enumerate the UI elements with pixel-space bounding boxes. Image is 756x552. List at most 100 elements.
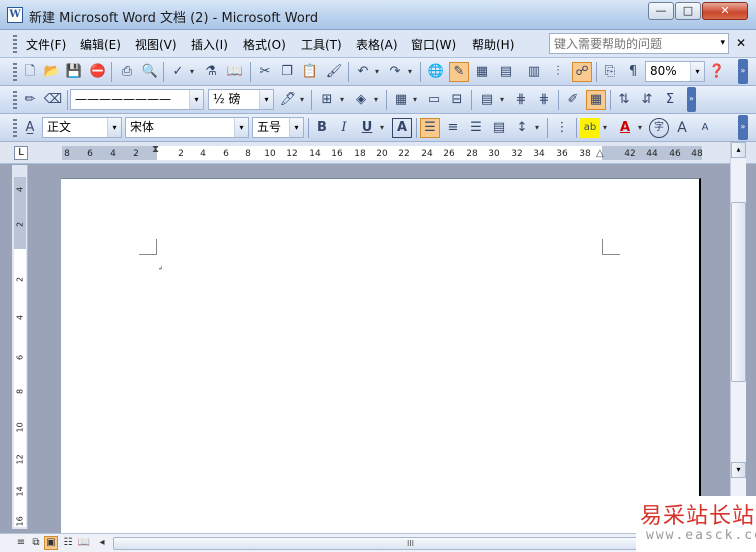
vertical-scroll-thumb[interactable] bbox=[731, 202, 746, 382]
shading-dropdown-icon[interactable]: ▾ bbox=[374, 95, 378, 104]
merge-cells-icon[interactable]: ▭ bbox=[424, 90, 444, 110]
font-size-dropdown-icon[interactable]: ▾ bbox=[289, 118, 303, 137]
autosum-icon[interactable]: Σ bbox=[660, 90, 680, 110]
vertical-ruler[interactable]: 4 2 2 4 6 8 10 12 14 16 bbox=[12, 165, 28, 529]
scroll-left-button[interactable]: ◂ bbox=[95, 536, 109, 550]
word-app-icon[interactable]: W bbox=[7, 7, 23, 23]
align-right-icon[interactable]: ☰ bbox=[466, 118, 486, 138]
research-book-icon[interactable]: 📖 bbox=[225, 62, 245, 82]
help-question-input[interactable] bbox=[550, 34, 710, 53]
minimize-button[interactable]: — bbox=[648, 2, 674, 20]
insert-table-icon[interactable]: ▦ bbox=[472, 62, 492, 82]
numbering-icon[interactable]: ⋮ bbox=[552, 118, 572, 138]
copy-icon[interactable]: ❐ bbox=[277, 62, 297, 82]
zoom-combo[interactable]: 80% ▾ bbox=[645, 61, 705, 82]
toolbar-grip[interactable] bbox=[13, 63, 17, 81]
right-indent-marker[interactable]: △ bbox=[596, 148, 604, 159]
underline-button[interactable]: U bbox=[357, 118, 377, 138]
style-combo[interactable]: 正文 ▾ bbox=[42, 117, 122, 138]
document-workspace[interactable]: ↲ bbox=[30, 165, 730, 538]
menu-tools[interactable]: 工具(T) bbox=[301, 36, 342, 53]
shrink-font-button[interactable]: A bbox=[695, 118, 715, 138]
menu-window[interactable]: 窗口(W) bbox=[411, 36, 456, 53]
menu-help[interactable]: 帮助(H) bbox=[472, 36, 514, 53]
show-hide-icon[interactable]: ⎘ bbox=[600, 62, 620, 82]
research-icon[interactable]: ⚗ bbox=[201, 62, 221, 82]
reading-layout-icon[interactable]: 📖 bbox=[77, 536, 91, 550]
new-icon[interactable]: 🗋 bbox=[20, 62, 40, 82]
shading-color-icon[interactable]: ◈ bbox=[351, 90, 371, 110]
font-dropdown-icon[interactable]: ▾ bbox=[234, 118, 248, 137]
tables-borders-icon[interactable]: ✎ bbox=[449, 62, 469, 82]
vertical-scrollbar[interactable]: ▴ ▾ bbox=[730, 142, 746, 533]
font-color-dropdown-icon[interactable]: ▾ bbox=[638, 123, 642, 132]
normal-view-icon[interactable]: ≡ bbox=[14, 536, 28, 550]
grow-font-button[interactable]: A bbox=[672, 118, 692, 138]
save-icon[interactable]: 💾 bbox=[64, 62, 84, 82]
justify-icon[interactable]: ▤ bbox=[489, 118, 509, 138]
format-painter-icon[interactable]: 🖌 bbox=[324, 62, 344, 82]
menu-view[interactable]: 视图(V) bbox=[135, 36, 177, 53]
insert-excel-icon[interactable]: ▤ bbox=[496, 62, 516, 82]
print-layout-icon[interactable]: ▣ bbox=[44, 536, 58, 550]
horizontal-scroll-thumb[interactable]: III bbox=[113, 537, 708, 550]
cut-icon[interactable]: ✂ bbox=[255, 62, 275, 82]
align-icon[interactable]: ▤ bbox=[477, 90, 497, 110]
menu-file[interactable]: 文件(F) bbox=[26, 36, 66, 53]
table-autoformat-icon[interactable]: ✐ bbox=[563, 90, 583, 110]
line-spacing-icon[interactable]: ↕ bbox=[512, 118, 532, 138]
zoom-dropdown-icon[interactable]: ▾ bbox=[690, 62, 704, 81]
toolbar-options-icon[interactable]: » bbox=[738, 59, 748, 84]
read-icon[interactable]: ¶ bbox=[623, 62, 643, 82]
sort-descending-icon[interactable]: ⇵ bbox=[637, 90, 657, 110]
help-dropdown-arrow[interactable]: ▾ bbox=[720, 38, 725, 48]
toolbar-grip[interactable] bbox=[13, 91, 17, 109]
close-button[interactable]: ✕ bbox=[702, 2, 748, 20]
hyperlink-icon[interactable]: 🌐 bbox=[426, 62, 446, 82]
distribute-columns-icon[interactable]: ⋕ bbox=[534, 90, 554, 110]
align-center-icon[interactable]: ≡ bbox=[443, 118, 463, 138]
line-weight-dropdown-icon[interactable]: ▾ bbox=[259, 90, 273, 109]
sort-ascending-icon[interactable]: ⇅ bbox=[614, 90, 634, 110]
line-spacing-dropdown-icon[interactable]: ▾ bbox=[535, 123, 539, 132]
menu-format[interactable]: 格式(O) bbox=[243, 36, 286, 53]
tab-selector[interactable]: L bbox=[14, 146, 28, 160]
border-color-dropdown-icon[interactable]: ▾ bbox=[300, 95, 304, 104]
maximize-button[interactable]: □ bbox=[675, 2, 701, 20]
toolbar-grip[interactable] bbox=[13, 119, 17, 137]
help-question-box[interactable]: ▾ bbox=[549, 33, 729, 54]
document-map-icon[interactable]: ☍ bbox=[572, 62, 592, 82]
line-weight-combo[interactable]: ½ 磅 ▾ bbox=[208, 89, 274, 110]
paste-icon[interactable]: 📋 bbox=[300, 62, 320, 82]
underline-dropdown-icon[interactable]: ▾ bbox=[380, 123, 384, 132]
font-color-button[interactable]: A bbox=[615, 118, 635, 138]
first-line-indent-marker[interactable]: ⧗ bbox=[152, 144, 159, 155]
menubar-grip[interactable] bbox=[13, 35, 17, 53]
split-cells-icon[interactable]: ⊟ bbox=[447, 90, 467, 110]
scroll-up-button[interactable]: ▴ bbox=[731, 142, 746, 158]
web-layout-icon[interactable]: ⧉ bbox=[29, 536, 43, 550]
close-document-button[interactable]: ✕ bbox=[736, 36, 746, 50]
outline-view-icon[interactable]: ☷ bbox=[61, 536, 75, 550]
horizontal-ruler[interactable]: L 8 6 4 2 2 4 6 8 10 12 14 16 18 20 22 24 26 28 30 32 34 36 38… bbox=[0, 142, 756, 164]
highlight-button[interactable]: ab bbox=[580, 118, 600, 138]
eraser-icon[interactable]: ⌫ bbox=[43, 90, 63, 110]
style-dropdown-icon[interactable]: ▾ bbox=[107, 118, 121, 137]
highlight-dropdown-icon[interactable]: ▾ bbox=[603, 123, 607, 132]
menu-table[interactable]: 表格(A) bbox=[356, 36, 398, 53]
styles-formatting-icon[interactable]: A̲ bbox=[20, 118, 40, 138]
italic-button[interactable]: I bbox=[334, 118, 354, 138]
show-gridlines-icon[interactable]: ▦ bbox=[586, 90, 606, 110]
open-icon[interactable]: 📂 bbox=[42, 62, 62, 82]
undo-icon[interactable]: ↶ bbox=[353, 62, 373, 82]
menu-insert[interactable]: 插入(I) bbox=[191, 36, 228, 53]
menu-edit[interactable]: 编辑(E) bbox=[80, 36, 121, 53]
bold-button[interactable]: B bbox=[312, 118, 332, 138]
enclose-characters-button[interactable]: 字 bbox=[649, 118, 669, 138]
line-style-combo[interactable]: ———————— ▾ bbox=[70, 89, 204, 110]
help-icon[interactable]: ❓ bbox=[707, 62, 727, 82]
print-icon[interactable]: ⎙ bbox=[117, 62, 137, 82]
align-dropdown-icon[interactable]: ▾ bbox=[500, 95, 504, 104]
character-border-button[interactable]: A bbox=[392, 118, 412, 138]
document-page[interactable]: ↲ bbox=[61, 178, 701, 538]
